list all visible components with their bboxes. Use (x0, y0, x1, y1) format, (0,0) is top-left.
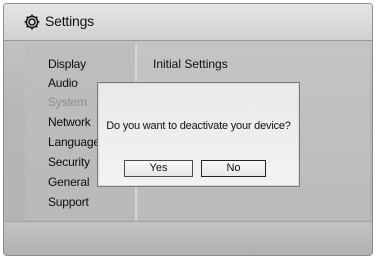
sidebar-item-system[interactable]: System (48, 95, 87, 109)
sidebar-item-security[interactable]: Security (48, 155, 90, 169)
sidebar-item-network[interactable]: Network (48, 115, 91, 129)
sidebar-item-audio[interactable]: Audio (48, 76, 78, 90)
sidebar-item-general[interactable]: General (48, 175, 89, 189)
bottom-bar (4, 221, 372, 255)
sidebar-item-support[interactable]: Support (48, 195, 89, 209)
content-title: Initial Settings (153, 57, 228, 71)
dialog-message: Do you want to deactivate your device? (106, 120, 291, 132)
no-button[interactable]: No (201, 160, 266, 177)
settings-screen: Settings Display Audio System Network La… (3, 3, 373, 256)
confirm-dialog: Do you want to deactivate your device? Y… (97, 82, 300, 187)
gear-icon (24, 14, 40, 30)
title-bar: Settings (4, 4, 372, 41)
yes-button[interactable]: Yes (124, 160, 193, 177)
sidebar-item-display[interactable]: Display (48, 57, 86, 71)
page-title: Settings (45, 13, 94, 29)
sidebar-item-language[interactable]: Language (48, 135, 100, 149)
